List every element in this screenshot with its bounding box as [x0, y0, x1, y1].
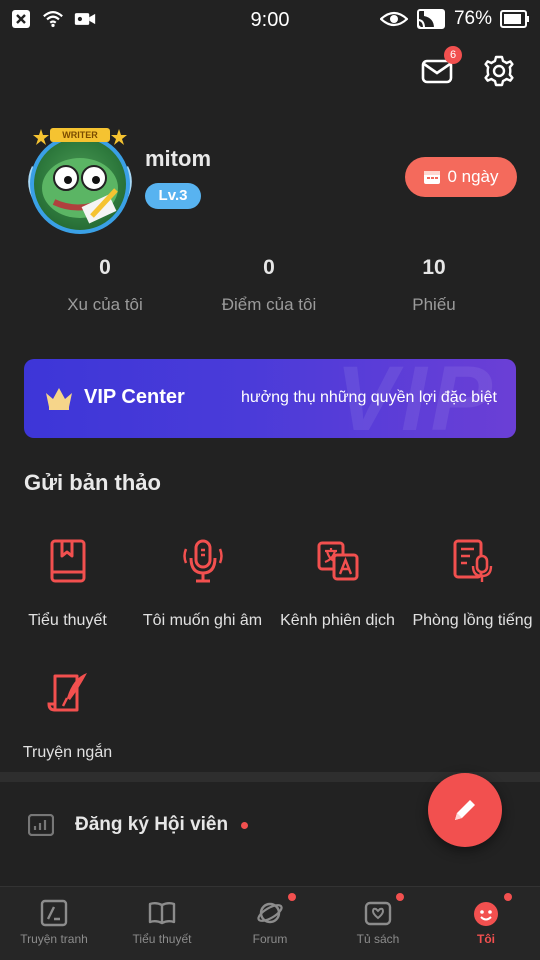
microphone-icon [183, 539, 223, 583]
crown-icon [46, 388, 72, 410]
stat-label: Điểm của tôi [221, 295, 317, 314]
grid-label: Tôi muốn ghi âm [142, 612, 263, 629]
notification-dot [396, 893, 404, 901]
grid-label: Truyện ngắn [22, 744, 113, 761]
planet-icon [257, 902, 283, 924]
nav-item-comics[interactable]: Truyện tranh [0, 887, 108, 960]
comic-icon [40, 899, 68, 927]
membership-card-icon [28, 814, 54, 836]
gear-icon [484, 55, 514, 87]
vip-center-banner[interactable]: VIP VIP Center hưởng thụ những quyền lợi… [24, 359, 516, 438]
mail-badge: 6 [444, 46, 462, 64]
dubbing-icon [453, 539, 493, 582]
grid-label: Kênh phiên dịch [280, 612, 395, 629]
grid-item-translate[interactable]: Kênh phiên dịch [270, 538, 405, 648]
bookshelf-icon [364, 901, 392, 926]
grid-item-short-story[interactable]: Truyện ngắn [0, 670, 135, 780]
nav-label: Tủ sách [356, 932, 400, 946]
notification-dot [241, 822, 248, 829]
settings-button[interactable] [482, 54, 516, 88]
nav-label: Tiểu thuyết [132, 932, 192, 946]
nav-label: Truyện tranh [20, 932, 88, 946]
open-book-icon [148, 902, 176, 925]
grid-item-novel[interactable]: Tiểu thuyết [0, 538, 135, 648]
vip-description: hưởng thụ những quyền lợi đặc biệt [241, 389, 497, 406]
battery-percent: 76% [453, 8, 492, 29]
stat-points[interactable]: 0 Điểm của tôi [184, 256, 354, 315]
stat-value: 10 [422, 256, 446, 279]
stat-value: 0 [99, 256, 111, 279]
grid-label: Tiểu thuyết [28, 612, 107, 629]
star-icon [33, 129, 49, 145]
smiley-icon [474, 902, 498, 926]
status-right-icons: 76% [379, 8, 530, 30]
bottom-nav: Truyện tranh Tiểu thuyết Forum Tủ sách T… [0, 886, 540, 960]
notification-dot [288, 893, 296, 901]
nav-label: Tôi [477, 932, 495, 946]
nav-item-novels[interactable]: Tiểu thuyết [108, 887, 216, 960]
level-badge: Lv.3 [145, 183, 201, 209]
stats-row: 0 Xu của tôi 0 Điểm của tôi 10 Phiếu [0, 256, 540, 326]
nav-item-me[interactable]: Tôi [432, 887, 540, 960]
notification-dot [504, 893, 512, 901]
grid-item-record[interactable]: Tôi muốn ghi âm [135, 538, 270, 648]
stat-label: Xu của tôi [67, 295, 143, 314]
quill-icon [47, 673, 87, 712]
writer-tag: WRITER [50, 128, 110, 142]
avatar-image [30, 134, 130, 234]
nav-item-forum[interactable]: Forum [216, 887, 324, 960]
checkin-label: 0 ngày [447, 167, 499, 186]
stat-value: 0 [263, 256, 275, 279]
mail-button[interactable]: 6 [420, 46, 462, 88]
translate-icon [317, 541, 359, 581]
status-bar: 9:00 76% [0, 0, 540, 40]
avatar[interactable]: WRITER [20, 128, 140, 236]
vip-title: VIP Center [84, 386, 185, 408]
stat-label: Phiếu [412, 295, 456, 314]
write-fab-button[interactable] [428, 773, 502, 847]
grid-item-dubbing[interactable]: Phòng lồng tiếng [405, 538, 540, 648]
stat-tickets[interactable]: 10 Phiếu [349, 256, 519, 315]
eye-icon [379, 8, 408, 30]
section-title: Gửi bản thảo [24, 470, 161, 495]
grid-label: Phòng lồng tiếng [412, 612, 533, 629]
nav-label: Forum [252, 932, 288, 946]
nav-item-bookshelf[interactable]: Tủ sách [324, 887, 432, 960]
star-icon [111, 129, 127, 145]
frog-face-icon [42, 158, 118, 224]
stat-coins[interactable]: 0 Xu của tôi [20, 256, 190, 315]
pencil-icon [455, 800, 475, 820]
cast-icon [416, 8, 446, 30]
book-icon [50, 539, 86, 583]
membership-label: Đăng ký Hội viên [75, 814, 229, 835]
battery-icon [500, 8, 530, 30]
top-actions: 6 [420, 46, 516, 88]
calendar-icon [424, 171, 441, 184]
checkin-button[interactable]: 0 ngày [405, 157, 517, 197]
username: mitom [145, 146, 211, 171]
